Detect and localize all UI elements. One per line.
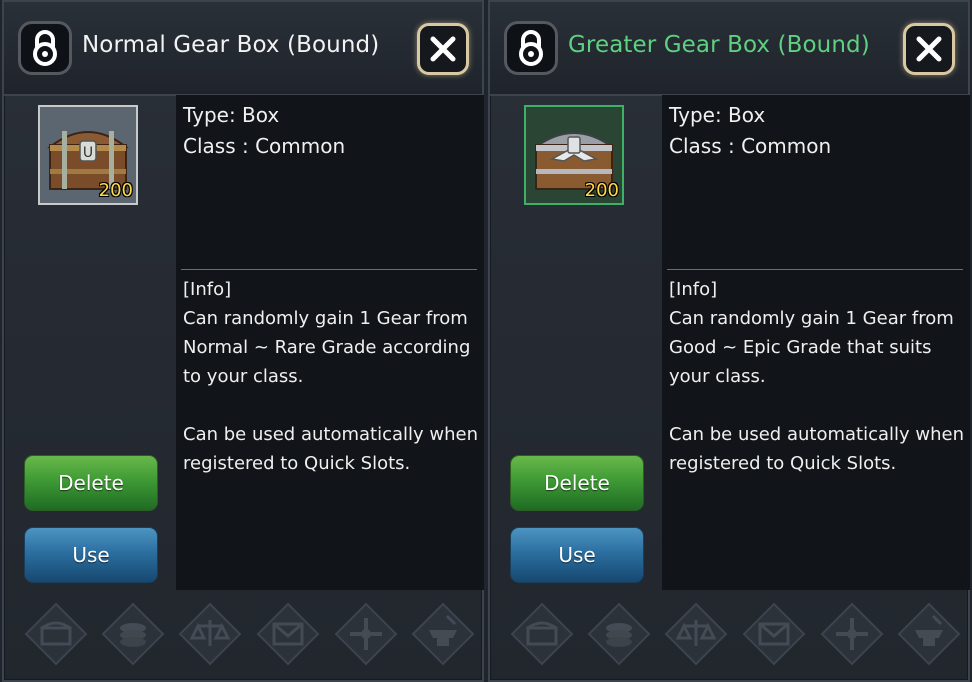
item-type: Type: Box [669, 103, 766, 127]
item-slot[interactable]: 200 [524, 105, 624, 205]
item-quantity: 200 [584, 180, 619, 201]
scale-icon[interactable] [662, 600, 730, 668]
close-button[interactable] [417, 23, 469, 75]
tooltip-header: Normal Gear Box (Bound) [4, 2, 482, 96]
padlock-icon [18, 21, 72, 75]
storage-chest-icon[interactable] [508, 600, 576, 668]
scale-icon[interactable] [176, 600, 244, 668]
cross-arrows-icon[interactable] [332, 600, 400, 668]
coins-icon[interactable] [99, 600, 167, 668]
svg-text:U: U [83, 145, 93, 161]
anvil-icon[interactable] [895, 600, 963, 668]
storage-chest-icon[interactable] [22, 600, 90, 668]
use-button[interactable]: Use [24, 527, 158, 583]
use-button[interactable]: Use [510, 527, 644, 583]
item-info-text: [Info] Can randomly gain 1 Gear from Nor… [183, 279, 479, 474]
divider [667, 269, 963, 270]
item-tooltip-normal-gear-box: Normal Gear Box (Bound) U 200 Type: Box … [2, 0, 484, 682]
item-quantity: 200 [98, 180, 133, 201]
disabled-action-bar [4, 592, 482, 682]
item-title: Greater Gear Box (Bound) [568, 32, 870, 58]
padlock-icon [504, 21, 558, 75]
close-button[interactable] [903, 23, 955, 75]
item-type: Type: Box [183, 103, 280, 127]
item-description-panel: Type: Box Class : Common [Info] Can rand… [176, 95, 484, 590]
item-tooltip-greater-gear-box: Greater Gear Box (Bound) 200 Type: Box C… [488, 0, 970, 682]
divider [181, 269, 477, 270]
item-class: Class : Common [669, 134, 832, 158]
tooltip-header: Greater Gear Box (Bound) [490, 2, 968, 96]
close-x-icon [916, 36, 942, 62]
item-slot[interactable]: U 200 [38, 105, 138, 205]
item-title: Normal Gear Box (Bound) [82, 32, 380, 58]
anvil-icon[interactable] [409, 600, 477, 668]
mail-icon[interactable] [740, 600, 808, 668]
coins-icon[interactable] [585, 600, 653, 668]
disabled-action-bar [490, 592, 968, 682]
item-class: Class : Common [183, 134, 346, 158]
cross-arrows-icon[interactable] [818, 600, 886, 668]
item-description-panel: Type: Box Class : Common [Info] Can rand… [662, 95, 970, 590]
mail-icon[interactable] [254, 600, 322, 668]
close-x-icon [430, 36, 456, 62]
item-info-text: [Info] Can randomly gain 1 Gear from Goo… [669, 279, 965, 474]
delete-button[interactable]: Delete [24, 455, 158, 511]
delete-button[interactable]: Delete [510, 455, 644, 511]
